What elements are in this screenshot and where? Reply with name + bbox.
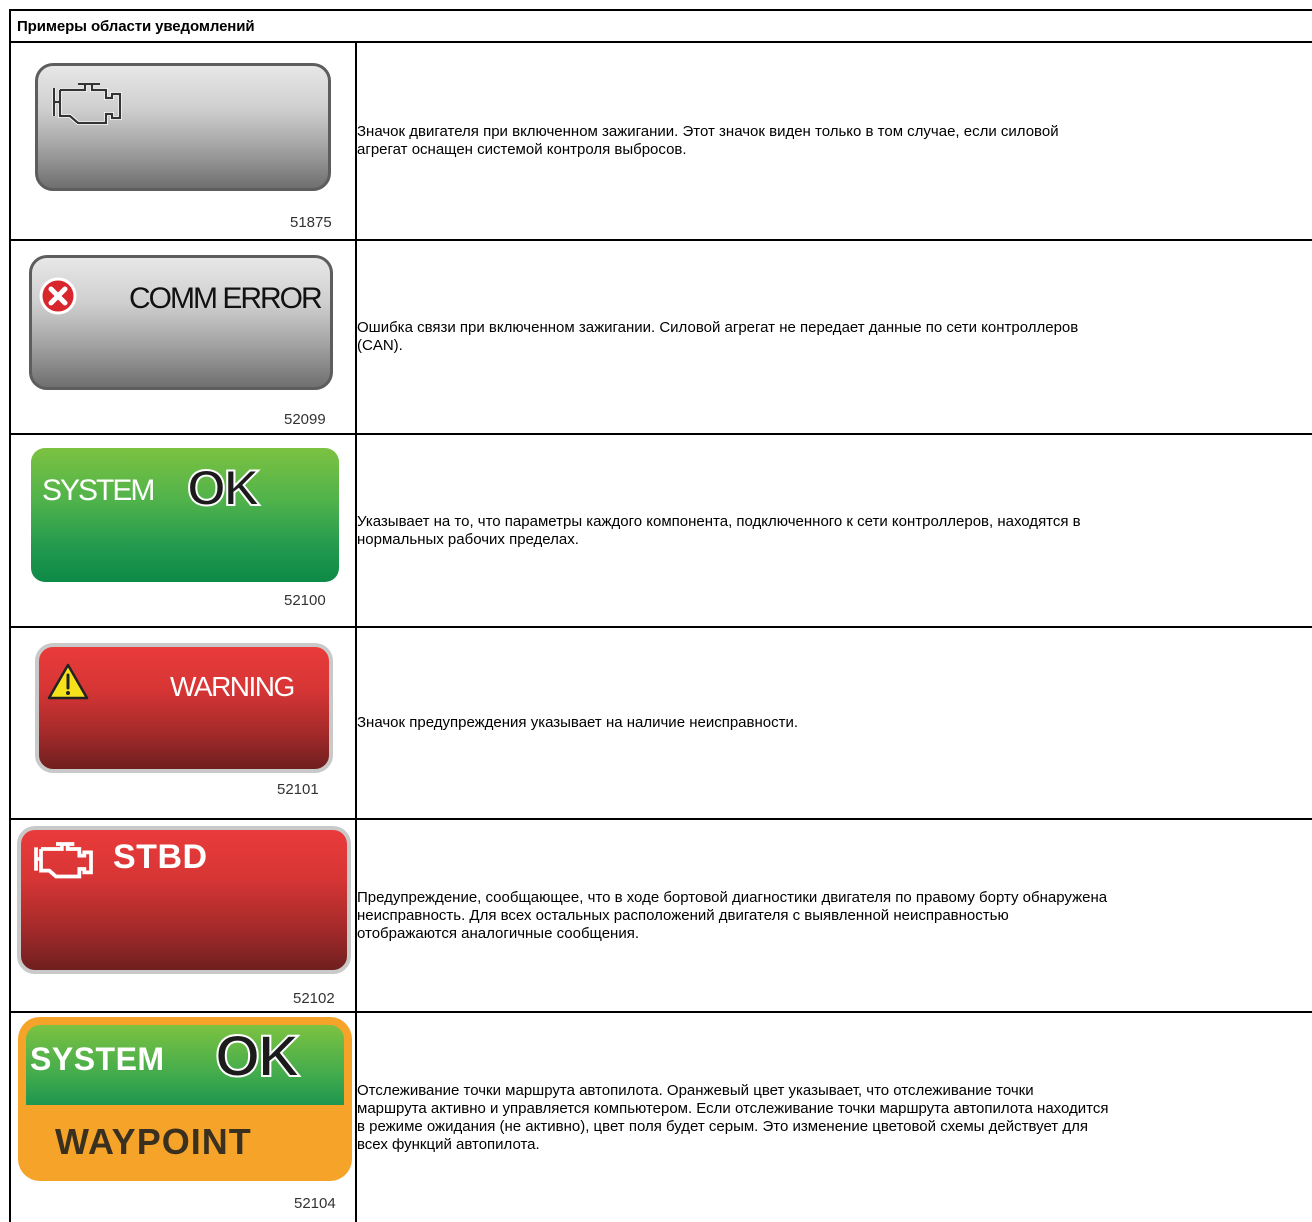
table-row: WARNING 52101 Значок предупреждения указ… [9,626,1312,820]
table-title-text: Примеры области уведомлений [17,17,255,35]
image-cell: SYSTEM OK WAYPOINT 52104 [9,1011,357,1222]
figure-number: 52100 [284,592,326,609]
image-cell: 51875 [9,41,357,241]
description: Значок предупреждения указывает на налич… [355,626,1312,820]
system-label: SYSTEM [30,1041,165,1077]
warning-triangle-icon [47,663,89,700]
figure-number: 51875 [290,214,332,231]
stbd-tile: STBD [17,826,351,974]
warning-label: WARNING [170,671,295,702]
description: Ошибка связи при включенном зажигании. С… [355,239,1312,435]
system-ok-tile: SYSTEM OK [31,448,339,582]
figure-number: 52102 [293,990,335,1007]
table-row: SYSTEM OK 52100 Указывает на то, что пар… [9,433,1312,628]
figure-number: 52104 [294,1195,336,1212]
engine-icon [34,842,93,879]
error-x-icon [39,277,77,315]
notification-examples-table: Примеры области уведомлений 51875 Значок… [9,9,1312,1222]
engine-icon [52,82,122,125]
description: Предупреждение, сообщающее, что в ходе б… [355,818,1312,1013]
waypoint-label: WAYPOINT [55,1121,252,1162]
ok-label: OK [186,459,261,517]
table-row: COMM ERROR 52099 Ошибка связи при включе… [9,239,1312,435]
description: Значок двигателя при включенном зажигани… [355,41,1312,241]
image-cell: STBD 52102 [9,818,357,1013]
system-label: SYSTEM [42,474,155,507]
table-row: STBD 52102 Предупреждение, сообщающее, ч… [9,818,1312,1013]
table-title: Примеры области уведомлений [9,9,1312,43]
image-cell: COMM ERROR 52099 [9,239,357,435]
image-cell: SYSTEM OK 52100 [9,433,357,628]
image-cell: WARNING 52101 [9,626,357,820]
description: Отслеживание точки маршрута автопилота. … [355,1011,1312,1222]
warning-tile: WARNING [35,643,333,773]
figure-number: 52101 [277,781,319,798]
comm-error-label: COMM ERROR [129,282,323,315]
waypoint-tile: SYSTEM OK WAYPOINT [18,1017,352,1181]
description: Указывает на то, что параметры каждого к… [355,433,1312,628]
waypoint-status-band: SYSTEM OK [26,1023,344,1105]
table-row: SYSTEM OK WAYPOINT 52104 Отслеживание то… [9,1011,1312,1222]
ok-label: OK [214,1023,301,1090]
stbd-label: STBD [113,838,208,876]
table-row: 51875 Значок двигателя при включенном за… [9,41,1312,241]
comm-error-tile: COMM ERROR [29,255,333,390]
engine-tile [35,63,331,191]
figure-number: 52099 [284,411,326,428]
